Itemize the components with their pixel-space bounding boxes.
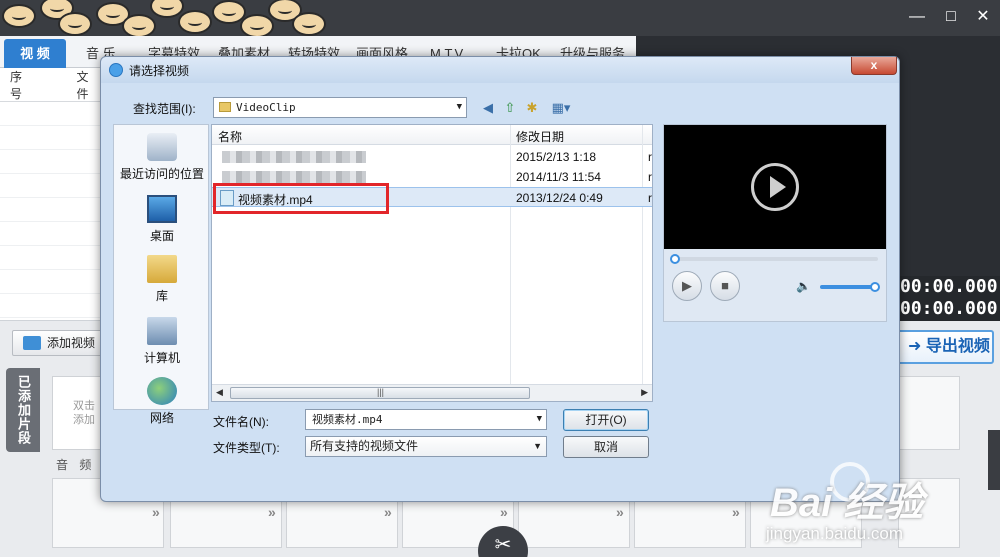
add-video-button[interactable]: 添加视频 xyxy=(12,330,108,356)
library-icon xyxy=(147,255,177,283)
play-icon[interactable] xyxy=(751,163,799,211)
cancel-button[interactable]: 取消 xyxy=(563,436,649,458)
new-folder-icon[interactable]: ✱ xyxy=(523,99,541,117)
preview-screen xyxy=(664,125,886,249)
network-icon xyxy=(147,377,177,405)
app-icon xyxy=(109,63,123,77)
volume-slider[interactable] xyxy=(820,282,880,292)
watermark: Bai 经验 jingyan.baidu.com xyxy=(748,462,998,554)
file-list-header: 名称 ˆ 修改日期 xyxy=(212,125,652,145)
column-index: 序号 xyxy=(10,69,23,101)
desktop-icon xyxy=(147,195,177,223)
clip-list-header: 序号 文件 xyxy=(0,68,109,102)
arrow-icon: » xyxy=(732,504,740,520)
arrow-icon: » xyxy=(616,504,624,520)
volume-icon[interactable]: 🔈 xyxy=(796,279,811,293)
time-display: 00:00.000 00:00.000 xyxy=(898,276,1000,322)
highlight-box xyxy=(213,183,389,214)
file-name-label: 文件名(N): xyxy=(213,415,269,429)
horizontal-scrollbar[interactable]: ◀ ||| ▶ xyxy=(212,384,652,401)
time-total: 00:00.000 xyxy=(900,298,998,319)
chevron-down-icon[interactable]: ▼ xyxy=(537,410,542,429)
place-library[interactable]: 库 xyxy=(114,255,210,304)
blurred-filename xyxy=(222,171,366,183)
scroll-thumb[interactable]: ||| xyxy=(230,387,530,399)
dialog-close-button[interactable]: x xyxy=(851,57,897,75)
volume-handle[interactable] xyxy=(870,282,880,292)
open-button[interactable]: 打开(O) xyxy=(563,409,649,431)
close-icon[interactable]: ✕ xyxy=(972,6,994,28)
file-name-input[interactable]: 视频素材.mp4 ▼ xyxy=(305,409,547,430)
app-titlebar: — □ ✕ xyxy=(0,0,1000,36)
arrow-icon: » xyxy=(152,504,160,520)
recent-places-icon xyxy=(147,133,177,161)
look-in-label: 查找范围(I): xyxy=(133,102,196,116)
file-type-label: 文件类型(T): xyxy=(213,441,280,455)
seek-bar[interactable] xyxy=(670,254,878,264)
file-list: 名称 ˆ 修改日期 2015/2/13 1:18 r 2014/11/3 11:… xyxy=(211,124,653,402)
seek-handle[interactable] xyxy=(670,254,680,264)
audio-track-label: 音 频 xyxy=(56,458,96,472)
scroll-left-icon[interactable]: ◀ xyxy=(216,387,223,398)
arrow-icon: » xyxy=(500,504,508,520)
time-current: 00:00.000 xyxy=(900,276,998,297)
back-icon[interactable]: ◀ xyxy=(479,99,497,117)
export-arrow-icon: ➜ xyxy=(908,338,926,355)
scroll-right-icon[interactable]: ▶ xyxy=(641,387,648,398)
stop-button[interactable]: ■ xyxy=(710,271,740,301)
places-bar: 最近访问的位置 桌面 库 计算机 网络 xyxy=(113,124,210,425)
chevron-down-icon: ▼ xyxy=(456,102,462,112)
blurred-filename xyxy=(222,151,366,163)
export-video-button[interactable]: ➜ 导出视频 xyxy=(894,330,994,364)
place-network[interactable]: 网络 xyxy=(114,377,210,426)
file-type-select[interactable]: 所有支持的视频文件 ▼ xyxy=(305,436,547,457)
clip-slot[interactable] xyxy=(898,376,960,450)
file-row[interactable]: 2015/2/13 1:18 r xyxy=(212,147,652,167)
minimize-icon[interactable]: — xyxy=(906,6,928,28)
column-modified[interactable]: 修改日期 xyxy=(516,128,564,145)
clip-list: 序号 文件 xyxy=(0,68,110,320)
place-computer[interactable]: 计算机 xyxy=(114,317,210,366)
look-in-combo[interactable]: VideoClip ▼ xyxy=(213,97,467,118)
place-desktop[interactable]: 桌面 xyxy=(114,195,210,244)
dialog-titlebar: 请选择视频 xyxy=(101,57,899,83)
folder-icon xyxy=(219,102,231,112)
watermark-logo-text: Bai 经验 xyxy=(770,481,924,525)
added-clips-tab[interactable]: 已添加片段 xyxy=(6,368,40,452)
play-button[interactable]: ▶ xyxy=(672,271,702,301)
place-recent[interactable]: 最近访问的位置 xyxy=(114,133,210,182)
chevron-down-icon: ▼ xyxy=(533,441,542,451)
video-preview: ▶ ■ 🔈 xyxy=(663,124,887,322)
view-menu-icon[interactable]: ▦▾ xyxy=(547,99,575,117)
dialog-title: 请选择视频 xyxy=(129,64,190,78)
column-name[interactable]: 名称 xyxy=(218,128,242,145)
maximize-icon[interactable]: □ xyxy=(940,6,962,28)
arrow-icon: » xyxy=(384,504,392,520)
tab-video[interactable]: 视 频 xyxy=(4,39,66,68)
title-decoration xyxy=(0,0,330,36)
sort-ascending-icon: ˆ xyxy=(356,124,359,132)
film-icon xyxy=(23,336,41,350)
up-folder-icon[interactable]: ⇧ xyxy=(501,99,519,117)
arrow-icon: » xyxy=(268,504,276,520)
open-video-dialog: 请选择视频 x 查找范围(I): VideoClip ▼ ◀ ⇧ ✱ ▦▾ 最近… xyxy=(100,56,900,502)
computer-icon xyxy=(147,317,177,345)
watermark-url: jingyan.baidu.com xyxy=(766,524,904,543)
